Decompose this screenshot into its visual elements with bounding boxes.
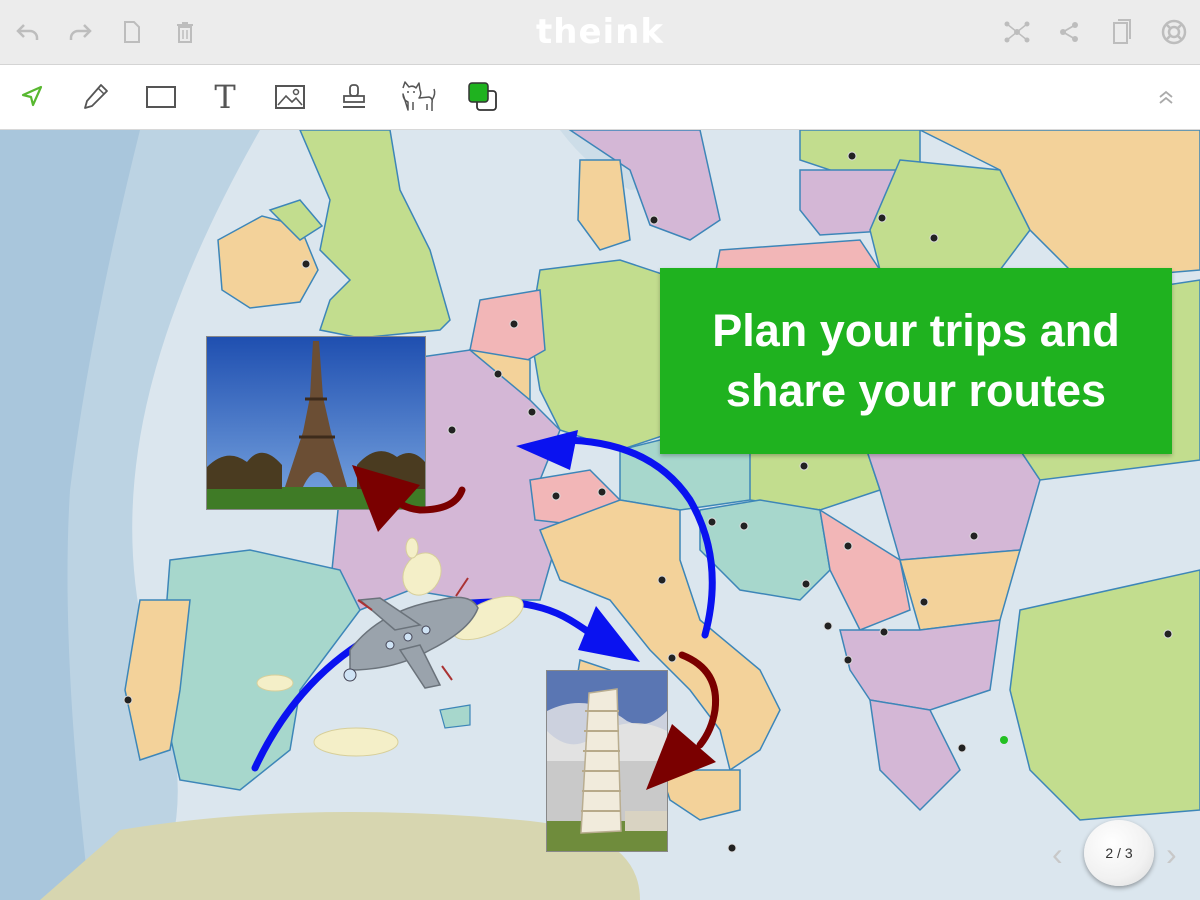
promo-banner[interactable]: Plan your trips and share your routes [660, 268, 1172, 454]
drawing-toolbar: T [0, 65, 1200, 130]
eiffel-tower-photo[interactable] [206, 336, 426, 510]
text-tool-glyph: T [214, 78, 236, 116]
page-indicator[interactable]: 2 / 3 [1084, 820, 1154, 886]
promo-banner-text: Plan your trips and share your routes [712, 305, 1120, 416]
previous-page-arrow[interactable]: ‹ [1052, 836, 1063, 873]
leaning-tower-of-pisa-photo[interactable] [546, 670, 668, 852]
help-icon[interactable] [1160, 18, 1188, 46]
color-picker-icon[interactable] [463, 79, 503, 115]
share-icon[interactable] [1055, 18, 1083, 46]
pen-tool-icon[interactable] [76, 79, 116, 115]
text-tool-icon[interactable]: T [205, 78, 245, 116]
page-indicator-label: 2 / 3 [1105, 845, 1133, 861]
select-tool-icon[interactable] [12, 79, 52, 115]
app-header: theink [0, 0, 1200, 65]
next-page-arrow[interactable]: › [1166, 836, 1177, 873]
rectangle-tool-icon[interactable] [141, 79, 181, 115]
collapse-toolbar-icon[interactable] [1146, 79, 1186, 115]
clipart-cat-icon[interactable] [398, 79, 438, 115]
pages-icon[interactable] [1108, 18, 1136, 46]
image-tool-icon[interactable] [270, 79, 310, 115]
network-share-icon[interactable] [1003, 18, 1031, 46]
drawing-canvas[interactable]: Plan your trips and share your routes ‹ … [0, 130, 1200, 900]
stamp-tool-icon[interactable] [334, 79, 374, 115]
